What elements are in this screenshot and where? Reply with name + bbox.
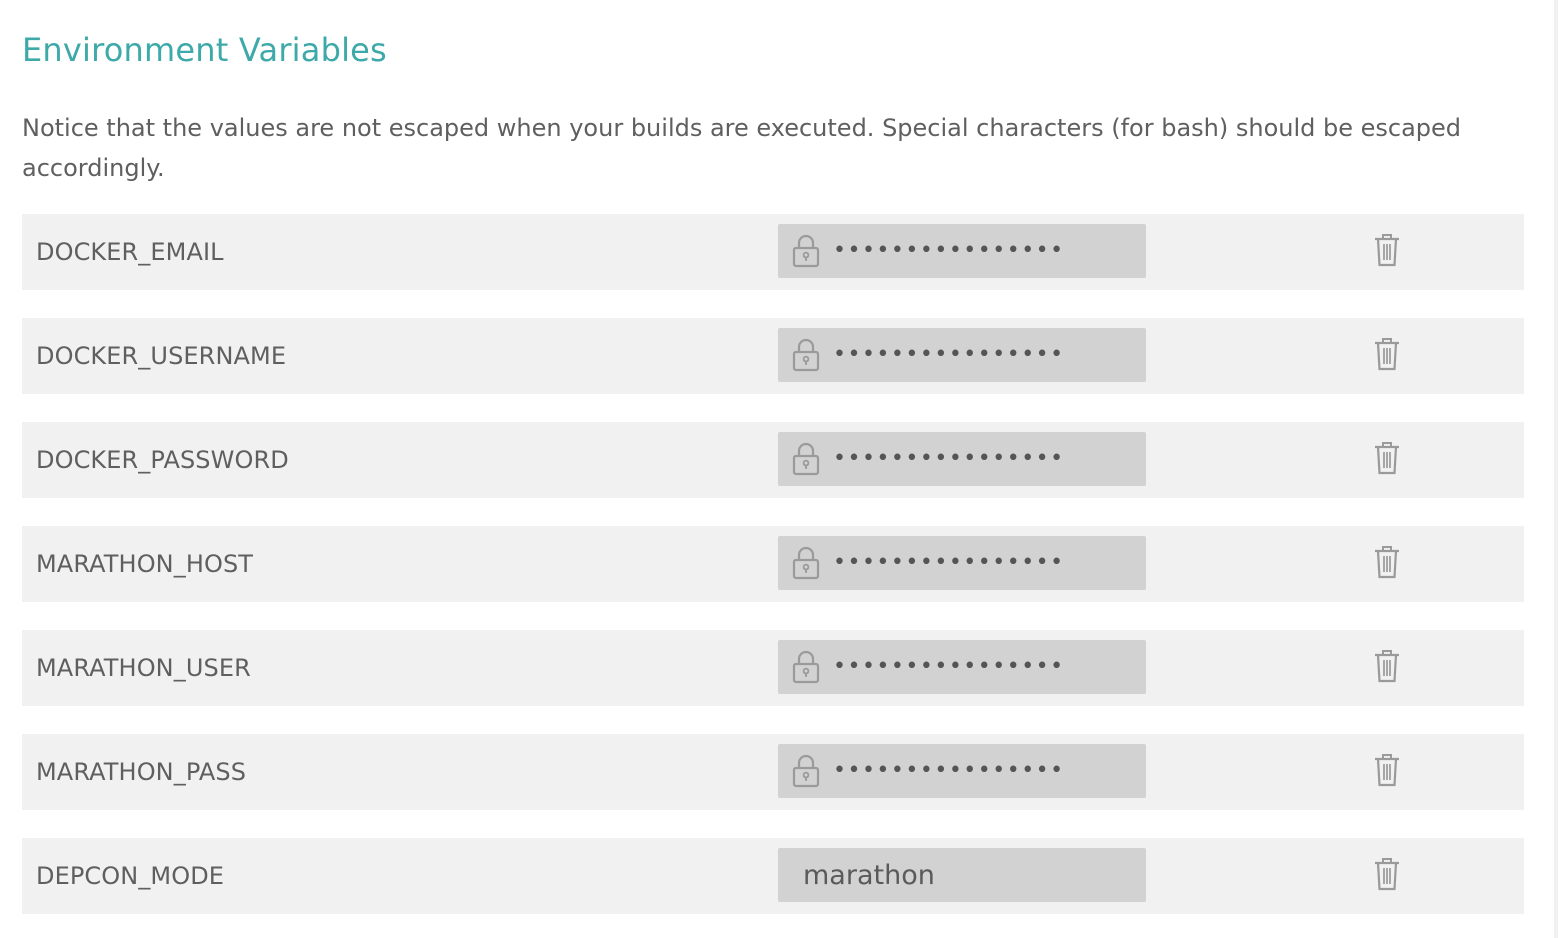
trash-icon: [1375, 338, 1399, 371]
trash-icon: [1375, 858, 1399, 891]
env-var-row: DEPCON_MODE marathon: [22, 838, 1524, 914]
env-var-value-field: ••••••••••••••••: [778, 432, 1146, 486]
env-var-value-field: ••••••••••••••••: [778, 640, 1146, 694]
env-var-value-field: ••••••••••••••••: [778, 328, 1146, 382]
env-var-name: DOCKER_EMAIL: [36, 238, 224, 266]
env-var-row: DOCKER_PASSWORD ••••••••••••••••: [22, 422, 1524, 498]
lock-icon: [792, 338, 820, 372]
delete-env-var-button[interactable]: [1372, 232, 1402, 268]
env-var-row: MARATHON_PASS ••••••••••••••••: [22, 734, 1524, 810]
lock-icon: [792, 442, 820, 476]
escape-notice: Notice that the values are not escaped w…: [22, 114, 1462, 182]
env-var-value-field: ••••••••••••••••: [778, 536, 1146, 590]
masked-value: ••••••••••••••••: [833, 758, 1065, 783]
masked-value: ••••••••••••••••: [833, 654, 1065, 679]
env-var-row: MARATHON_USER ••••••••••••••••: [22, 630, 1524, 706]
masked-value: ••••••••••••••••: [833, 238, 1065, 263]
env-var-row: DOCKER_EMAIL ••••••••••••••••: [22, 214, 1524, 290]
lock-icon: [792, 234, 820, 268]
trash-icon: [1375, 546, 1399, 579]
env-var-value-field: ••••••••••••••••: [778, 744, 1146, 798]
masked-value: ••••••••••••••••: [833, 446, 1065, 471]
trash-icon: [1375, 754, 1399, 787]
env-var-value-field: marathon: [778, 848, 1146, 902]
trash-icon: [1375, 234, 1399, 267]
env-var-name: MARATHON_USER: [36, 654, 251, 682]
masked-value: ••••••••••••••••: [833, 550, 1065, 575]
plain-value: marathon: [803, 860, 935, 891]
env-var-name: DEPCON_MODE: [36, 862, 225, 890]
env-var-name: MARATHON_HOST: [36, 550, 254, 578]
env-var-value-field: ••••••••••••••••: [778, 224, 1146, 278]
delete-env-var-button[interactable]: [1372, 544, 1402, 580]
delete-env-var-button[interactable]: [1372, 336, 1402, 372]
scrollbar-track[interactable]: [1554, 0, 1558, 938]
delete-env-var-button[interactable]: [1372, 856, 1402, 892]
delete-env-var-button[interactable]: [1372, 752, 1402, 788]
delete-env-var-button[interactable]: [1372, 648, 1402, 684]
env-var-row: MARATHON_HOST ••••••••••••••••: [22, 526, 1524, 602]
trash-icon: [1375, 442, 1399, 475]
lock-icon: [792, 650, 820, 684]
masked-value: ••••••••••••••••: [833, 342, 1065, 367]
lock-icon: [792, 546, 820, 580]
env-var-name: MARATHON_PASS: [36, 758, 247, 786]
trash-icon: [1375, 650, 1399, 683]
env-var-name: DOCKER_USERNAME: [36, 342, 287, 370]
env-var-name: DOCKER_PASSWORD: [36, 446, 289, 474]
delete-env-var-button[interactable]: [1372, 440, 1402, 476]
environment-variable-list: DOCKER_EMAIL •••••••••••••••• DOCKER_USE…: [22, 214, 1524, 914]
lock-icon: [792, 754, 820, 788]
section-title: Environment Variables: [22, 31, 387, 69]
environment-variables-page: Environment Variables Notice that the va…: [0, 0, 1558, 938]
env-var-row: DOCKER_USERNAME ••••••••••••••••: [22, 318, 1524, 394]
